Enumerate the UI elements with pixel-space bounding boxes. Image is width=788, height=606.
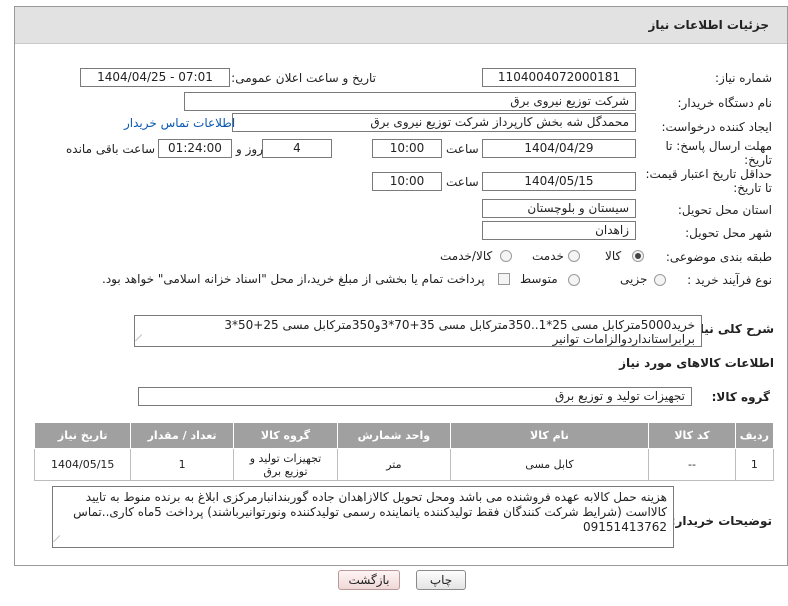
category-option-goods: کالا <box>605 249 622 263</box>
table-row[interactable]: 1 -- کابل مسی متر تجهیزات تولید و توزیع … <box>33 448 775 481</box>
deadline-time-label: ساعت <box>446 142 479 156</box>
deadline-date-field[interactable]: 1404/04/29 <box>482 139 636 158</box>
province-label: استان محل تحویل: <box>677 203 772 217</box>
column-header-code: کد کالا <box>648 422 736 449</box>
price-validity-time-label: ساعت <box>446 175 479 189</box>
category-radio-goods-service[interactable] <box>500 250 512 262</box>
cell-code: -- <box>648 448 736 481</box>
need-number-field[interactable]: 1104004072000181 <box>482 68 636 87</box>
buyer-notes-line-2: کالااست (شرایط شرکت کنندگان فقط تولیدکنن… <box>73 505 667 519</box>
requester-field[interactable]: محمدگل شه بخش کارپرداز شرکت توزیع نیروی … <box>232 113 636 132</box>
print-button[interactable]: چاپ <box>416 570 466 590</box>
price-validity-time-field[interactable]: 10:00 <box>372 172 442 191</box>
cell-row-number: 1 <box>734 448 775 481</box>
need-number-label: شماره نیاز: <box>715 71 772 85</box>
goods-table-header-row: ردیف کد کالا نام کالا واحد شمارش گروه کا… <box>33 422 775 449</box>
buyer-notes-line-1: هزینه حمل کالابه عهده فروشنده می باشد وم… <box>85 490 667 504</box>
purchase-type-option-minor: جزیی <box>620 272 648 286</box>
deadline-days-field[interactable]: 4 <box>262 139 332 158</box>
cell-group: تجهیزات تولید و توزیع برق <box>232 448 339 481</box>
column-header-name: نام کالا <box>449 422 650 449</box>
purchase-type-radio-medium[interactable] <box>568 274 580 286</box>
description-textarea[interactable]: خرید5000مترکابل مسی 25*1..350مترکابل مسی… <box>134 315 702 347</box>
announce-datetime-field[interactable]: 1404/04/25 - 07:01 <box>80 68 230 87</box>
column-header-unit: واحد شمارش <box>337 422 451 449</box>
price-validity-date-field[interactable]: 1404/05/15 <box>482 172 636 191</box>
back-button[interactable]: بازگشت <box>338 570 400 590</box>
page-title: جزئیات اطلاعات نیاز <box>648 18 769 32</box>
deadline-label-line1: مهلت ارسال پاسخ: تا <box>665 139 772 153</box>
category-radio-goods[interactable] <box>632 250 644 262</box>
remaining-time-field[interactable]: 01:24:00 <box>158 139 232 158</box>
category-label: طبقه بندی موضوعی: <box>665 250 772 264</box>
category-option-service: خدمت <box>532 249 564 263</box>
column-header-row-number: ردیف <box>734 422 775 449</box>
announce-datetime-label: تاریخ و ساعت اعلان عمومی: <box>231 71 376 85</box>
city-label: شهر محل تحویل: <box>685 226 772 240</box>
goods-table: ردیف کد کالا نام کالا واحد شمارش گروه کا… <box>33 422 775 481</box>
resize-grip-icon[interactable] <box>53 535 66 547</box>
goods-section-title: اطلاعات کالاهای مورد نیاز <box>619 356 774 370</box>
buyer-contact-link[interactable]: اطلاعات تماس خریدار <box>124 116 235 130</box>
buyer-notes-line-3: 09151413762 <box>583 520 667 534</box>
buyer-notes-textarea[interactable]: هزینه حمل کالابه عهده فروشنده می باشد وم… <box>52 486 674 548</box>
deadline-days-label: روز و <box>236 142 263 156</box>
purchase-type-option-medium: متوسط <box>520 272 558 286</box>
purchase-type-label: نوع فرآیند خرید : <box>687 273 772 287</box>
treasury-payment-checkbox[interactable] <box>498 273 510 285</box>
cell-unit: متر <box>337 448 451 481</box>
description-line-1: خرید5000مترکابل مسی 25*1..350مترکابل مسی… <box>224 318 695 332</box>
category-radio-service[interactable] <box>568 250 580 262</box>
deadline-label-line2: تاریخ: <box>744 153 772 167</box>
cell-name: کابل مسی <box>449 448 650 481</box>
buyer-org-label: نام دستگاه خریدار: <box>677 96 773 110</box>
city-field[interactable]: زاهدان <box>482 221 636 240</box>
column-header-quantity: تعداد / مقدار <box>130 422 234 449</box>
cell-quantity: 1 <box>130 448 234 481</box>
price-validity-label-line1: حداقل تاریخ اعتبار قیمت: <box>645 167 772 181</box>
buyer-notes-label: توضیحات خریدار: <box>670 514 772 528</box>
panel-header: جزئیات اطلاعات نیاز <box>15 7 787 44</box>
column-header-date: تاریخ نیاز <box>33 422 132 449</box>
buyer-org-field[interactable]: شرکت توزیع نیروی برق <box>184 92 636 111</box>
goods-group-label: گروه کالا: <box>711 390 770 404</box>
column-header-group: گروه کالا <box>232 422 339 449</box>
remaining-time-label: ساعت باقی مانده <box>66 142 156 156</box>
need-details-panel: جزئیات اطلاعات نیاز <box>14 6 788 566</box>
category-option-goods-service: کالا/خدمت <box>440 249 493 263</box>
price-validity-label-line2: تا تاریخ: <box>733 181 772 195</box>
description-line-2: برابراستانداردوالزامات توانیر <box>552 332 695 346</box>
treasury-payment-note: پرداخت تمام یا بخشی از مبلغ خرید،از محل … <box>102 272 485 286</box>
deadline-time-field[interactable]: 10:00 <box>372 139 442 158</box>
province-field[interactable]: سیستان و بلوچستان <box>482 199 636 218</box>
requester-label: ایجاد کننده درخواست: <box>661 120 772 134</box>
purchase-type-radio-minor[interactable] <box>654 274 666 286</box>
goods-group-field[interactable]: تجهیزات تولید و توزیع برق <box>138 387 692 406</box>
cell-date: 1404/05/15 <box>33 448 132 481</box>
